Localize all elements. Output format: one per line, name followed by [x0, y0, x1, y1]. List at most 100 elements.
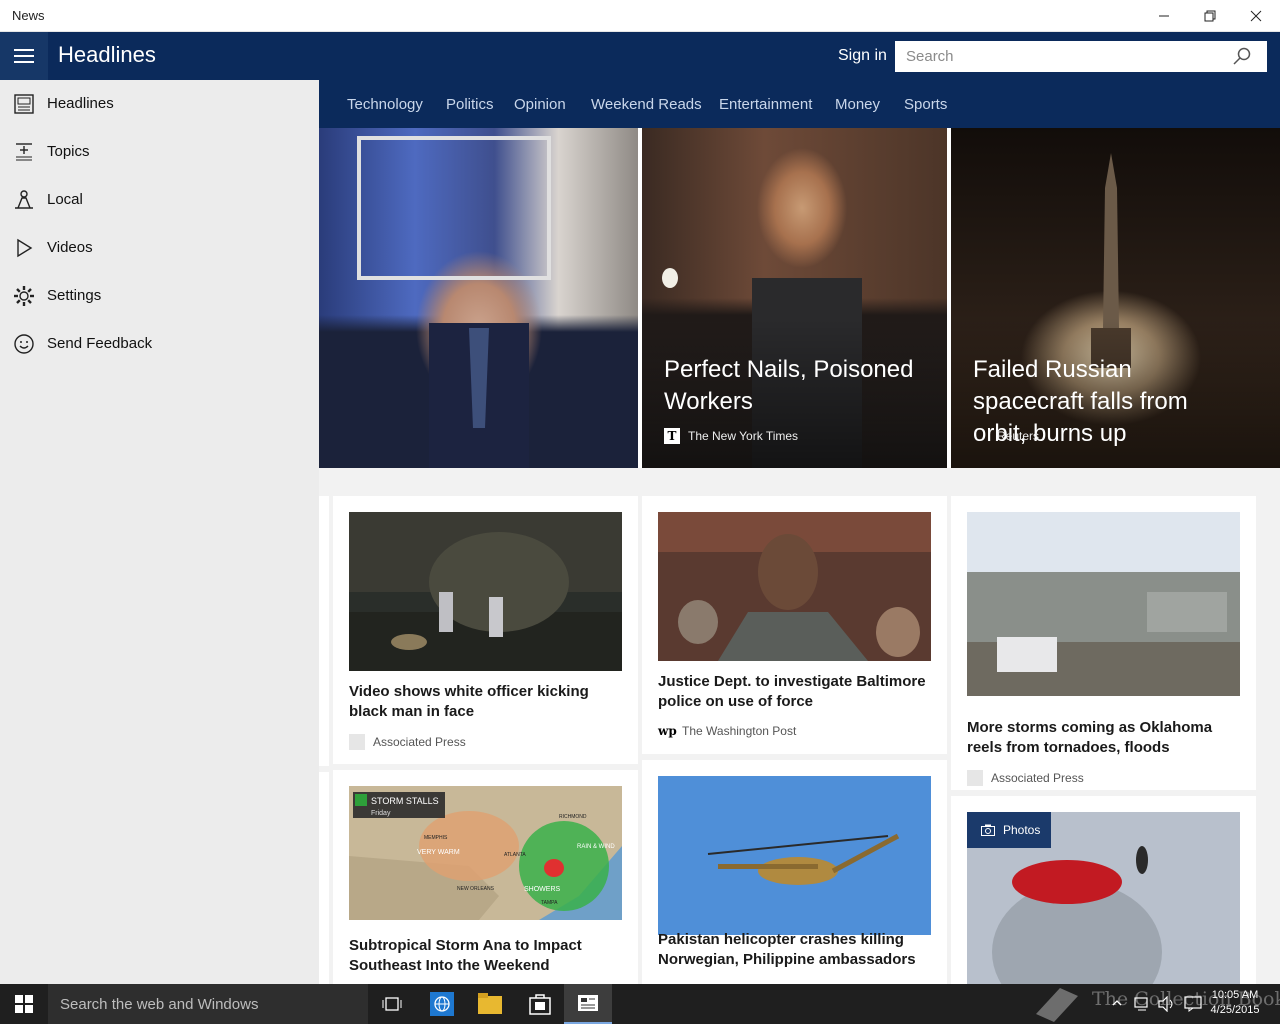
hero-story[interactable]: Perfect Nails, Poisoned Workers T The Ne… — [642, 128, 947, 468]
category-tab-weekend-reads[interactable]: Weekend Reads — [591, 96, 702, 113]
app-header: Headlines Sign in — [0, 32, 1280, 80]
card-image — [658, 512, 931, 661]
hero-title: Perfect Nails, Poisoned Workers — [664, 356, 914, 415]
action-center-icon[interactable] — [1184, 996, 1202, 1012]
news-card-partial — [319, 496, 329, 766]
search-icon[interactable] — [1233, 47, 1251, 65]
card-title: Justice Dept. to investigate Baltimore p… — [658, 673, 926, 710]
taskbar-file-explorer-button[interactable] — [466, 984, 514, 1024]
news-card[interactable]: Photos — [951, 796, 1256, 984]
hero-story[interactable]: Failed Russian spacecraft falls from orb… — [951, 128, 1280, 468]
taskbar-browser-button[interactable] — [418, 984, 466, 1024]
headlines-icon — [14, 94, 34, 114]
card-source: wp The Washington Post — [658, 724, 796, 738]
storm-map-rain: RAIN & WIND — [577, 844, 615, 850]
restore-button[interactable] — [1187, 0, 1233, 32]
taskbar: The Collection Book 10:05 AM 4/25/2015 — [0, 984, 1280, 1024]
news-card[interactable]: Pakistan helicopter crashes killing Norw… — [642, 760, 947, 984]
show-hidden-icons-icon[interactable] — [1112, 996, 1122, 1010]
photos-badge-label: Photos — [1003, 823, 1041, 837]
category-tab-money[interactable]: Money — [835, 96, 880, 113]
network-icon[interactable] — [1134, 996, 1152, 1012]
nav-item-topics[interactable]: Topics — [0, 128, 319, 176]
hamburger-icon — [14, 49, 34, 63]
card-source: Associated Press — [967, 770, 1084, 786]
nav-label: Local — [47, 191, 83, 208]
store-icon — [529, 994, 551, 1015]
navigation-pane: Headlines Topics Local Videos Settings S… — [0, 80, 319, 984]
nav-label: Headlines — [47, 95, 114, 112]
cortana-search-input[interactable] — [48, 984, 368, 1024]
category-tab-entertainment[interactable]: Entertainment — [719, 96, 812, 113]
nav-label: Videos — [47, 239, 93, 256]
source-logo-icon — [967, 770, 983, 786]
task-view-button[interactable] — [368, 984, 416, 1024]
minimize-button[interactable] — [1141, 0, 1187, 32]
source-logo-icon — [349, 734, 365, 750]
hero-source: Reuters — [973, 428, 1039, 444]
minimize-icon — [1159, 15, 1169, 17]
close-icon — [1250, 10, 1262, 22]
nav-item-settings[interactable]: Settings — [0, 272, 319, 320]
nav-label: Topics — [47, 143, 90, 160]
storm-map-day: Friday — [371, 810, 391, 817]
storm-map-image: STORM STALLS Friday VERY WARM SHOWERS RA… — [349, 786, 622, 920]
volume-icon[interactable] — [1158, 996, 1176, 1012]
taskbar-news-button[interactable] — [564, 984, 612, 1024]
hero-source: T The New York Times — [664, 428, 798, 444]
smiley-icon — [14, 334, 34, 354]
task-view-icon — [382, 997, 402, 1011]
card-source-label: Associated Press — [991, 771, 1084, 785]
nav-item-headlines[interactable]: Headlines — [0, 80, 319, 128]
card-title: Pakistan helicopter crashes killing Norw… — [658, 931, 916, 968]
card-image — [658, 776, 931, 935]
taskbar-store-button[interactable] — [516, 984, 564, 1024]
news-card[interactable]: Justice Dept. to investigate Baltimore p… — [642, 496, 947, 754]
hero-source-label: Reuters — [997, 429, 1040, 443]
gear-icon — [14, 286, 34, 306]
windows-logo-icon — [15, 995, 33, 1013]
storm-map-city: RICHMOND — [559, 814, 587, 820]
clock-date: 4/25/2015 — [1210, 1004, 1260, 1016]
news-card[interactable]: More storms coming as Oklahoma reels fro… — [951, 496, 1256, 790]
watermark-book-icon — [1036, 988, 1078, 1022]
nav-item-videos[interactable]: Videos — [0, 224, 319, 272]
category-tab-sports[interactable]: Sports — [904, 96, 947, 113]
sign-in-link[interactable]: Sign in — [838, 47, 887, 65]
card-title: Video shows white officer kicking black … — [349, 683, 589, 720]
browser-icon — [430, 992, 454, 1016]
card-title: Subtropical Storm Ana to Impact Southeas… — [349, 937, 582, 974]
card-image — [349, 512, 622, 671]
restore-icon — [1204, 10, 1216, 22]
close-button[interactable] — [1233, 0, 1279, 32]
storm-map-showers: SHOWERS — [524, 886, 561, 893]
card-source-label: Associated Press — [373, 735, 466, 749]
window-title: News — [12, 8, 45, 23]
title-bar: News — [0, 0, 1280, 32]
taskbar-clock[interactable]: 10:05 AM 4/25/2015 — [1205, 988, 1265, 1018]
storm-map-city: ATLANTA — [504, 852, 526, 858]
nav-item-send-feedback[interactable]: Send Feedback — [0, 320, 319, 368]
hamburger-menu-button[interactable] — [0, 32, 48, 80]
category-tab-opinion[interactable]: Opinion — [514, 96, 566, 113]
start-button[interactable] — [0, 984, 48, 1024]
card-title: More storms coming as Oklahoma reels fro… — [967, 719, 1213, 756]
page-title: Headlines — [58, 42, 156, 67]
nav-label: Send Feedback — [47, 335, 153, 352]
news-card[interactable]: Video shows white officer kicking black … — [333, 496, 638, 764]
category-tab-politics[interactable]: Politics — [446, 96, 494, 113]
search-input[interactable] — [895, 41, 1225, 72]
topics-icon — [16, 143, 32, 161]
nav-item-local[interactable]: Local — [0, 176, 319, 224]
hero-source-label: The New York Times — [688, 429, 799, 443]
news-card[interactable]: STORM STALLS Friday VERY WARM SHOWERS RA… — [333, 770, 638, 984]
nyt-logo-icon: T — [664, 428, 680, 444]
hero-story[interactable] — [319, 128, 638, 468]
nav-label: Settings — [47, 287, 102, 304]
news-app-icon — [578, 995, 598, 1011]
storm-map-city: TAMPA — [541, 900, 558, 906]
search-box — [895, 41, 1267, 72]
category-tab-technology[interactable]: Technology — [347, 96, 423, 113]
card-source: Associated Press — [349, 734, 466, 750]
hero-image — [357, 136, 551, 468]
